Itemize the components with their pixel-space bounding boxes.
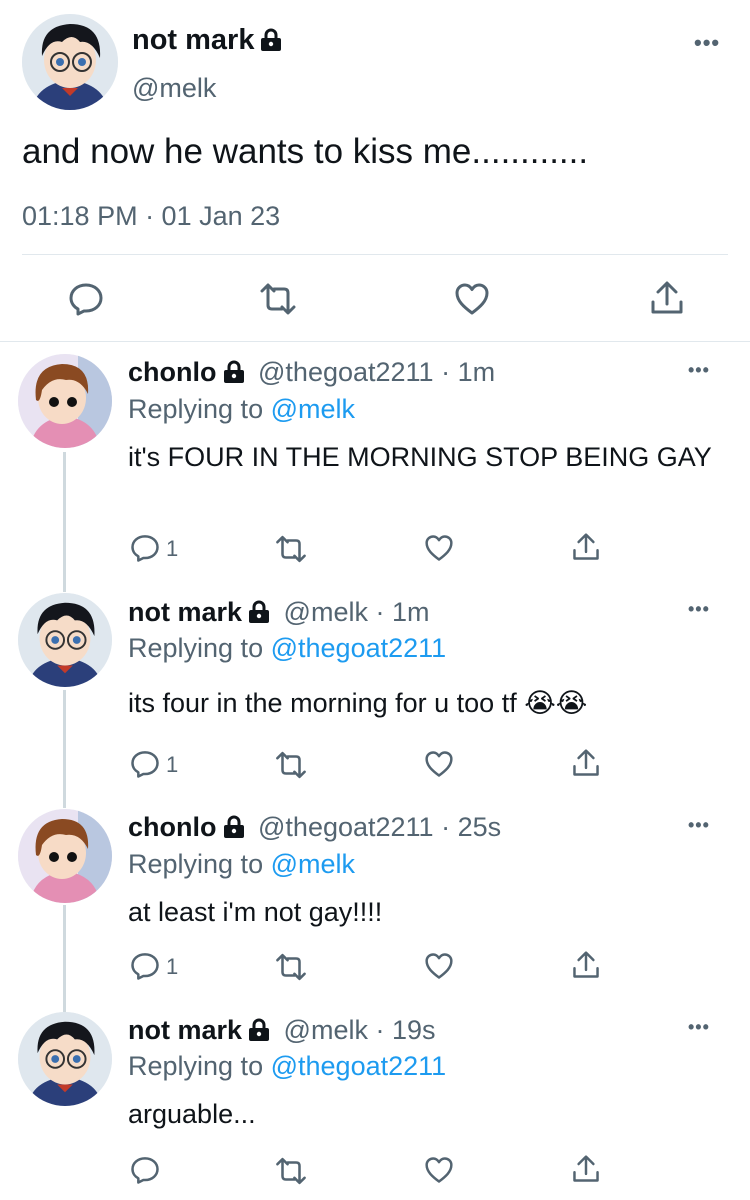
share-icon[interactable] <box>572 748 600 778</box>
reply-author-name[interactable]: chonlo <box>128 357 217 387</box>
reply-time: · 1m <box>441 357 496 387</box>
reply-more-button[interactable]: ••• <box>688 815 710 836</box>
heart-icon[interactable] <box>424 534 454 562</box>
reply-author-handle[interactable]: @melk <box>284 597 368 627</box>
retweet-icon[interactable] <box>274 1157 308 1185</box>
reply-author-name[interactable]: not mark <box>128 1015 242 1045</box>
retweet-icon[interactable] <box>274 751 308 779</box>
reply-bubble-icon[interactable] <box>68 281 104 317</box>
replying-to-label: Replying to <box>128 394 264 424</box>
reply-bubble-icon[interactable] <box>130 749 160 779</box>
lock-icon <box>260 25 282 61</box>
reply-author-name[interactable]: chonlo <box>128 812 217 842</box>
share-icon[interactable] <box>572 1154 600 1184</box>
reply-text: its four in the morning for u too tf 😭😭 <box>128 688 588 718</box>
lock-icon <box>223 359 245 391</box>
main-tweet-author-handle[interactable]: @melk <box>132 72 216 104</box>
reply-time: · 25s <box>441 812 502 842</box>
main-tweet-bottom-divider <box>0 341 750 342</box>
main-tweet-timestamp: 01:18 PM · 01 Jan 23 <box>22 201 281 231</box>
reply-author-handle[interactable]: @melk <box>284 1015 368 1045</box>
retweet-icon[interactable] <box>258 283 298 315</box>
retweet-icon[interactable] <box>274 953 308 981</box>
lock-icon <box>248 599 270 631</box>
lock-icon <box>248 1017 270 1049</box>
reply-count: 1 <box>166 954 179 979</box>
reply-text: at least i'm not gay!!!! <box>128 897 383 927</box>
thread-line <box>63 690 66 808</box>
reply-author-handle[interactable]: @thegoat2211 <box>258 357 434 387</box>
reply-time: · 19s <box>375 1015 436 1045</box>
avatar-chonlo[interactable] <box>18 809 112 903</box>
share-icon[interactable] <box>572 532 600 562</box>
heart-icon[interactable] <box>424 952 454 980</box>
replying-to-link[interactable]: @thegoat2211 <box>271 1051 447 1081</box>
reply-text: arguable... <box>128 1099 256 1129</box>
avatar-not-mark[interactable] <box>18 1012 112 1106</box>
replying-to-link[interactable]: @melk <box>271 394 355 424</box>
share-icon[interactable] <box>572 950 600 980</box>
avatar-not-mark[interactable] <box>18 593 112 687</box>
replying-to-link[interactable]: @thegoat2211 <box>271 633 447 663</box>
replying-to-label: Replying to <box>128 1051 264 1081</box>
reply-more-button[interactable]: ••• <box>688 1017 710 1038</box>
replying-to-link[interactable]: @melk <box>271 849 355 879</box>
reply-author-handle[interactable]: @thegoat2211 <box>258 812 434 842</box>
thread-line <box>63 905 66 1013</box>
reply-author-name[interactable]: not mark <box>128 597 242 627</box>
main-tweet-divider <box>22 254 728 255</box>
replying-to-label: Replying to <box>128 633 264 663</box>
heart-icon[interactable] <box>424 750 454 778</box>
main-tweet-author-name[interactable]: not mark <box>132 24 254 56</box>
reply-count: 1 <box>166 536 179 561</box>
reply-more-button[interactable]: ••• <box>688 360 710 381</box>
main-tweet-more-button[interactable]: ••• <box>694 30 720 56</box>
replying-to-label: Replying to <box>128 849 264 879</box>
reply-time: · 1m <box>375 597 430 627</box>
avatar-not-mark[interactable] <box>22 14 118 110</box>
share-icon[interactable] <box>650 280 684 316</box>
reply-bubble-icon[interactable] <box>130 1155 160 1185</box>
reply-text: it's FOUR IN THE MORNING STOP BEING GAY <box>128 442 712 472</box>
heart-icon[interactable] <box>424 1156 454 1184</box>
main-tweet-text: and now he wants to kiss me............ <box>22 132 589 171</box>
reply-count: 1 <box>166 752 179 777</box>
retweet-icon[interactable] <box>274 535 308 563</box>
heart-icon[interactable] <box>454 282 490 316</box>
reply-bubble-icon[interactable] <box>130 951 160 981</box>
lock-icon <box>223 814 245 846</box>
thread-line <box>63 452 66 592</box>
reply-bubble-icon[interactable] <box>130 533 160 563</box>
avatar-chonlo[interactable] <box>18 354 112 448</box>
reply-more-button[interactable]: ••• <box>688 599 710 620</box>
